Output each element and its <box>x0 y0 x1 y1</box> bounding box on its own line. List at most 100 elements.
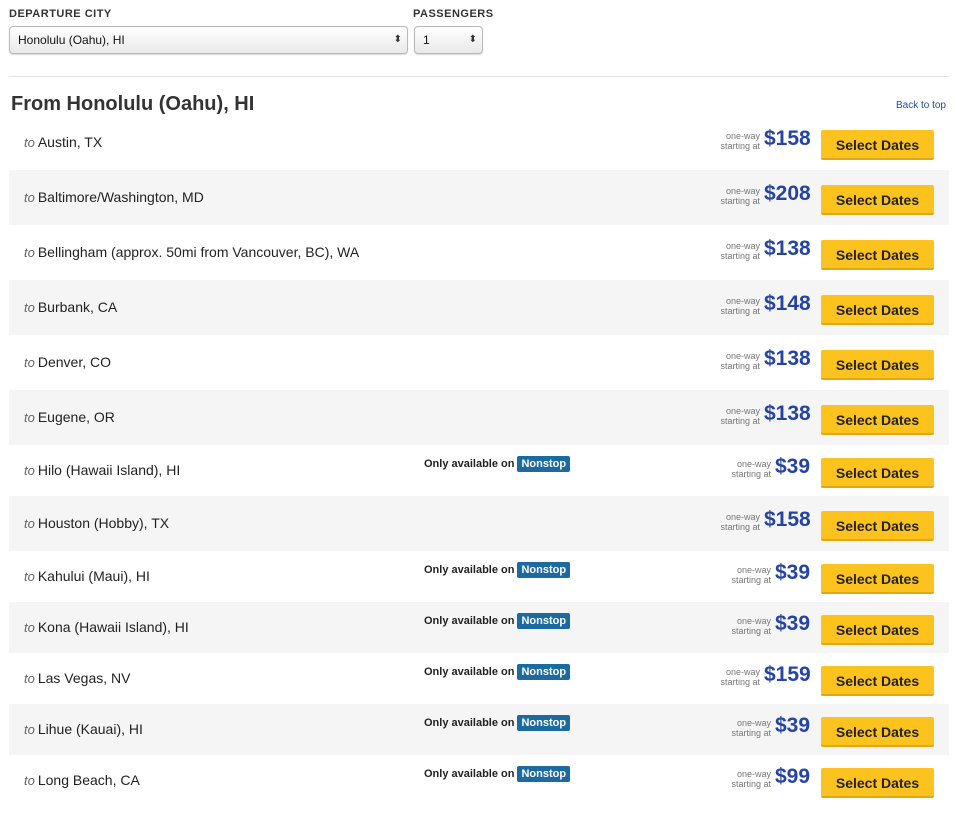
destination-row: to Baltimore/Washington, MD one-way startin… <box>9 170 949 225</box>
destination-row: to Lihue (Kauai), HI Only available on Nons… <box>9 704 949 755</box>
destination-name: to Denver, CO <box>24 354 111 370</box>
only-available-text: Only available on <box>424 767 515 780</box>
nonstop-only-note: Only available on Nonstop <box>424 612 571 629</box>
to-prefix: to <box>24 619 35 635</box>
divider <box>9 76 949 77</box>
to-prefix: to <box>24 244 35 260</box>
destination-name: to Long Beach, CA <box>24 772 140 788</box>
to-prefix: to <box>24 299 35 315</box>
to-prefix: to <box>24 462 35 478</box>
to-prefix: to <box>24 354 35 370</box>
fare-label-oneway: one-way <box>736 564 771 575</box>
fare-label-oneway: one-way <box>725 295 760 306</box>
select-dates-button[interactable]: Select Dates <box>821 184 934 215</box>
fare-price: $158 <box>764 126 811 150</box>
departure-city-select[interactable]: Honolulu (Oahu), HI ⬍ <box>9 26 408 54</box>
select-dates-button[interactable]: Select Dates <box>821 767 934 798</box>
select-dates-button[interactable]: Select Dates <box>821 510 934 541</box>
fare-price: $99 <box>775 764 811 788</box>
fare-label: one-way starting at <box>701 718 771 738</box>
fare-label-starting: starting at <box>731 778 771 789</box>
fare-label-oneway: one-way <box>725 130 760 141</box>
select-dates-button[interactable]: Select Dates <box>821 404 934 435</box>
only-available-text: Only available on <box>424 665 515 678</box>
nonstop-only-note: Only available on Nonstop <box>424 455 571 472</box>
destination-row: to Kona (Hawaii Island), HI Only available… <box>9 602 949 653</box>
fare-label: one-way starting at <box>690 131 760 151</box>
destination-name: to Las Vegas, NV <box>24 670 130 686</box>
to-prefix: to <box>24 409 35 425</box>
fare-label-starting: starting at <box>731 727 771 738</box>
destination-name: to Burbank, CA <box>24 299 117 315</box>
passengers-select[interactable]: 1 ⬍ <box>414 26 483 54</box>
page-title: From Honolulu (Oahu), HI <box>11 93 255 115</box>
only-available-text: Only available on <box>424 716 515 729</box>
select-dates-button[interactable]: Select Dates <box>821 614 934 645</box>
fare-label-starting: starting at <box>731 468 771 479</box>
fare-label: one-way starting at <box>690 351 760 371</box>
destination-name: to Baltimore/Washington, MD <box>24 189 204 205</box>
select-dates-button[interactable]: Select Dates <box>821 457 934 488</box>
destination-row: to Las Vegas, NV Only available on Nonstop o… <box>9 653 949 704</box>
destination-city: Bellingham (approx. 50mi from Vancouver,… <box>37 243 360 260</box>
passengers-label: PASSENGERS <box>413 8 494 20</box>
passengers-value: 1 <box>423 33 430 47</box>
select-dates-button[interactable]: Select Dates <box>821 665 934 696</box>
destination-city: Las Vegas, NV <box>37 669 131 686</box>
destination-name: to Kona (Hawaii Island), HI <box>24 619 189 635</box>
search-filters: DEPARTURE CITY Honolulu (Oahu), HI ⬍ PAS… <box>9 0 949 60</box>
destination-row: to Kahului (Maui), HI Only available on Non… <box>9 551 949 602</box>
fare-price: $208 <box>764 181 811 205</box>
to-prefix: to <box>24 515 35 531</box>
destination-city: Long Beach, CA <box>37 771 140 788</box>
fare-label-oneway: one-way <box>725 240 760 251</box>
fare-label: one-way starting at <box>690 296 760 316</box>
fare-price: $39 <box>775 454 811 478</box>
destination-city: Baltimore/Washington, MD <box>37 188 204 205</box>
destination-row: to Denver, CO one-way starting at $138 Select… <box>9 335 949 390</box>
only-available-text: Only available on <box>424 457 515 470</box>
fare-label-starting: starting at <box>720 521 760 532</box>
departure-city-value: Honolulu (Oahu), HI <box>18 33 125 47</box>
nonstop-only-note: Only available on Nonstop <box>424 663 571 680</box>
destination-city: Denver, CO <box>37 353 111 370</box>
destination-row: to Hilo (Hawaii Island), HI Only available… <box>9 445 949 496</box>
destination-name: to Eugene, OR <box>24 409 115 425</box>
to-prefix: to <box>24 772 35 788</box>
select-dates-button[interactable]: Select Dates <box>821 716 934 747</box>
fare-price: $39 <box>775 611 811 635</box>
nonstop-only-note: Only available on Nonstop <box>424 561 571 578</box>
destination-city: Burbank, CA <box>37 298 118 315</box>
select-arrows-icon: ⬍ <box>468 34 477 45</box>
destination-city: Lihue (Kauai), HI <box>37 720 143 737</box>
destination-city: Hilo (Hawaii Island), HI <box>37 461 181 478</box>
fare-label: one-way starting at <box>690 667 760 687</box>
fare-price: $159 <box>764 662 811 686</box>
fare-label-starting: starting at <box>731 574 771 585</box>
fare-label: one-way starting at <box>701 616 771 636</box>
select-dates-button[interactable]: Select Dates <box>821 294 934 325</box>
fare-label: one-way starting at <box>701 769 771 789</box>
select-dates-button[interactable]: Select Dates <box>821 349 934 380</box>
fare-price: $138 <box>764 401 811 425</box>
fare-label-oneway: one-way <box>725 185 760 196</box>
nonstop-only-note: Only available on Nonstop <box>424 714 571 731</box>
to-prefix: to <box>24 189 35 205</box>
back-to-top-link[interactable]: Back to top <box>896 100 946 111</box>
fare-price: $39 <box>775 560 811 584</box>
select-dates-button[interactable]: Select Dates <box>821 563 934 594</box>
destination-city: Eugene, OR <box>37 408 115 425</box>
destination-name: to Lihue (Kauai), HI <box>24 721 143 737</box>
fare-label-oneway: one-way <box>736 717 771 728</box>
destination-row: to Bellingham (approx. 50mi from Vancouve… <box>9 225 949 280</box>
fare-label-oneway: one-way <box>725 511 760 522</box>
select-dates-button[interactable]: Select Dates <box>821 239 934 270</box>
fare-label: one-way starting at <box>701 459 771 479</box>
destination-row: to Burbank, CA one-way starting at $148 Selec… <box>9 280 949 335</box>
destination-name: to Kahului (Maui), HI <box>24 568 150 584</box>
fare-label-starting: starting at <box>720 415 760 426</box>
select-dates-button[interactable]: Select Dates <box>821 129 934 160</box>
destination-row: to Austin, TX one-way starting at $158 Select… <box>9 115 949 170</box>
departure-city-label: DEPARTURE CITY <box>9 8 112 20</box>
fare-label-oneway: one-way <box>725 666 760 677</box>
